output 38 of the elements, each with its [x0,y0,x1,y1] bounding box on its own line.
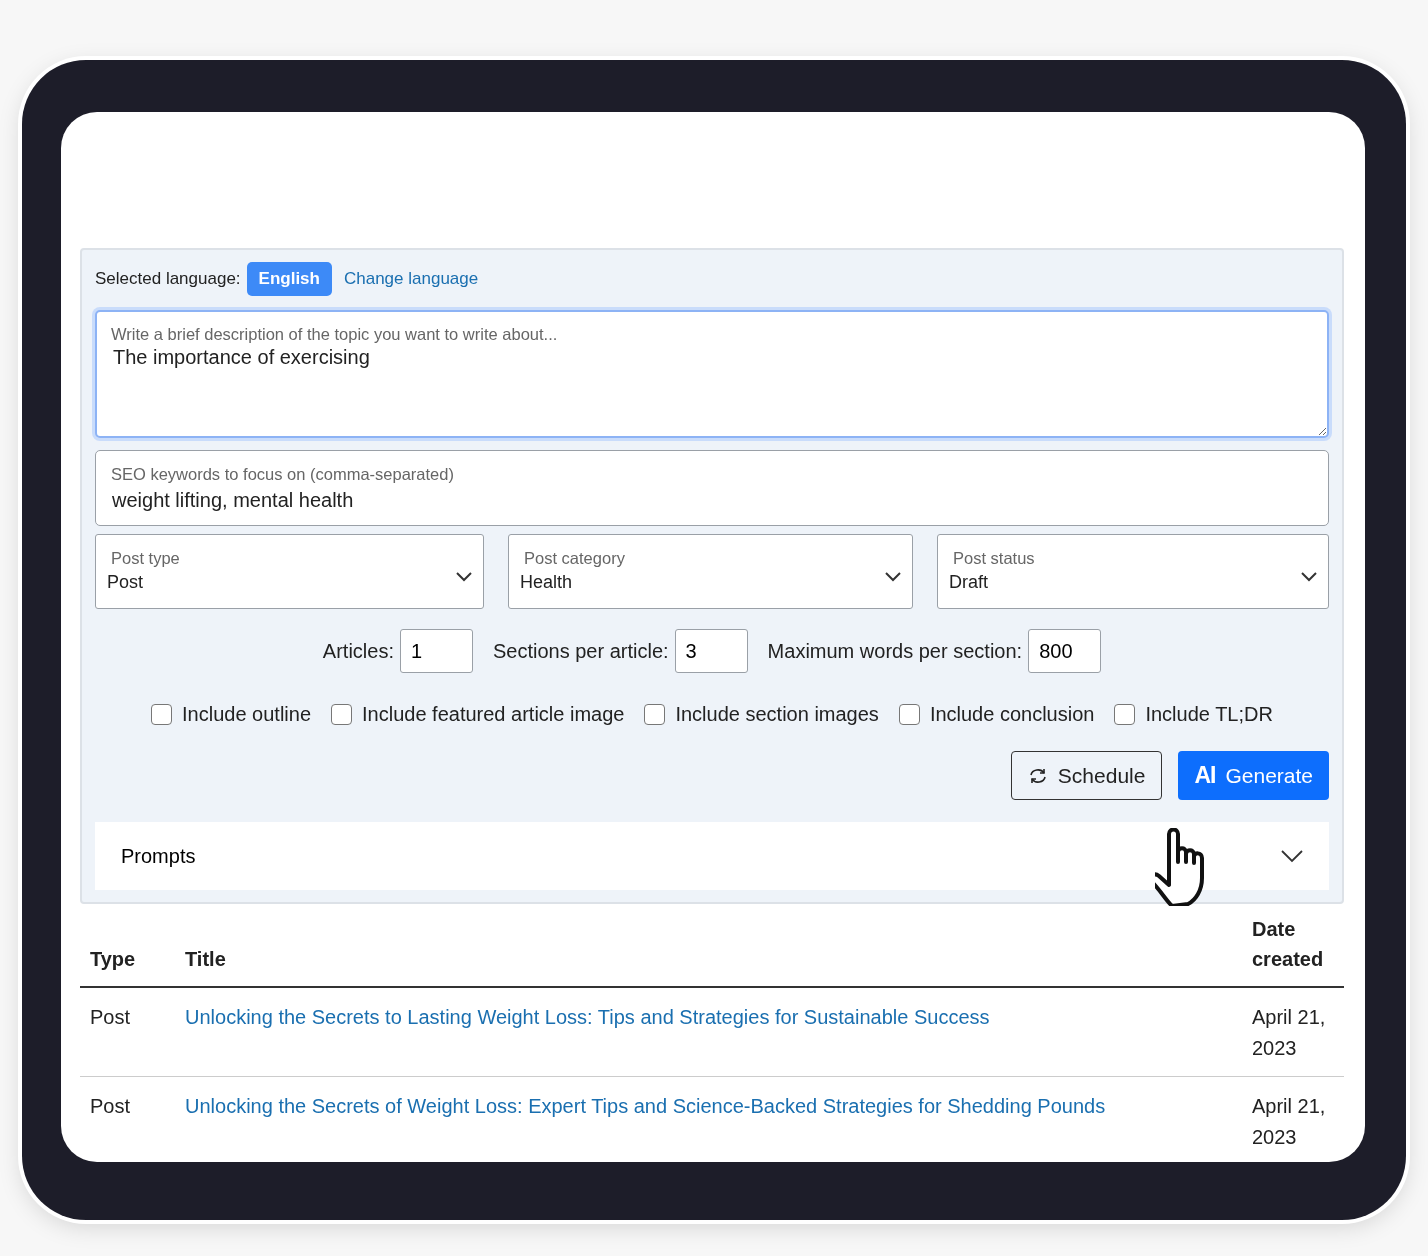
schedule-button[interactable]: Schedule [1010,751,1163,800]
field-label: Post status [953,548,1035,569]
change-language-link[interactable]: Change language [343,266,479,292]
checkbox[interactable] [151,703,173,725]
checkbox-label: Include outline [182,702,312,727]
language-badge: English [246,262,332,296]
prompts-accordion[interactable]: Prompts [95,822,1329,890]
checkbox-label: Include section images [675,702,879,727]
number-field[interactable]: 3 [674,629,748,673]
field-label: SEO keywords to focus on (comma-separated) [111,464,454,485]
checkbox[interactable] [644,703,666,725]
post-link[interactable]: Unlocking the Secrets to Lasting Weight Loss: Tips and Strategies for Sustainable Success [185,1006,990,1028]
language-label: Selected language: [95,268,241,291]
field-label: Write a brief description of the topic you want to write about... [111,324,558,345]
checkbox[interactable] [898,703,920,725]
table-cell: Post [80,987,175,1077]
table-cell: Post [80,1076,175,1162]
number-field[interactable]: 1 [399,629,473,673]
refresh-icon [1027,766,1048,785]
chevron-down-icon [1281,849,1303,863]
table-cell: April 21, 2023 [1242,987,1344,1077]
checkbox-label: Include featured article image [362,702,625,727]
number-field[interactable]: 800 [1028,629,1102,673]
generate-button[interactable]: AI Generate [1178,751,1329,800]
checkbox[interactable] [331,703,353,725]
checkbox[interactable] [1114,703,1136,725]
table-cell: April 21, 2023 [1242,1076,1344,1162]
number-label: Maximum words per section: [767,639,1023,664]
number-label: Articles: [322,639,394,664]
checkbox-label: Include conclusion [929,702,1095,727]
column-header: Title [175,904,1242,987]
field-label: Post type [111,548,180,569]
column-header: Date created [1242,904,1344,987]
field-label: Post category [524,548,625,569]
number-label: Sections per article: [492,639,669,664]
checkbox-label: Include TL;DR [1145,702,1273,727]
post-link[interactable]: Unlocking the Secrets of Weight Loss: Expert Tips and Science-Backed Strategies for Shedding Pounds [185,1095,1106,1117]
column-header: Type [80,904,175,987]
